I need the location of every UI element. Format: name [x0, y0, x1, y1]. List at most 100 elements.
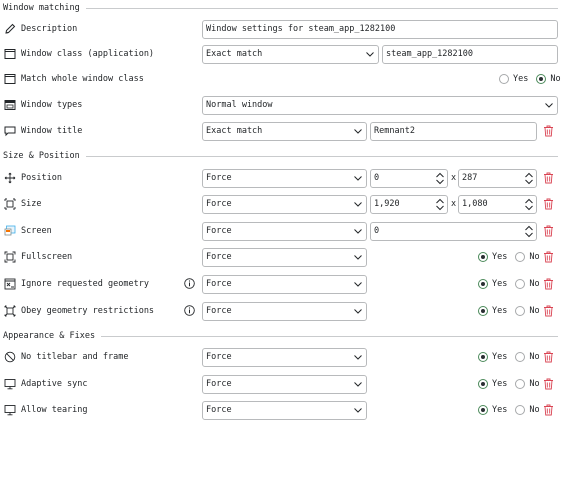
row-window-class: Window class (application) Exact match s…	[0, 44, 562, 64]
spin-arrows-icon[interactable]	[525, 225, 533, 238]
speech-bubble-icon	[4, 125, 16, 137]
info-icon[interactable]	[184, 305, 195, 316]
window-title-match-value: Exact match	[206, 126, 263, 136]
size-mode-value: Force	[206, 199, 232, 209]
position-y-value: 287	[462, 173, 478, 183]
info-icon[interactable]	[184, 278, 195, 289]
delete-icon[interactable]	[543, 251, 554, 263]
chevron-down-icon	[354, 309, 362, 314]
fullscreen-label: Fullscreen	[21, 252, 73, 262]
no-titlebar-mode-select[interactable]: Force	[202, 348, 367, 367]
allow-tearing-no-radio[interactable]	[515, 405, 526, 415]
match-whole-class-yes-radio[interactable]	[499, 74, 509, 84]
window-types-value: Normal window	[206, 100, 273, 110]
adaptive-sync-label: Adaptive sync	[21, 379, 88, 389]
no-titlebar-yes-radio[interactable]	[478, 352, 488, 362]
allow-tearing-radio-group: Yes No	[478, 400, 548, 420]
obey-geometry-mode-select[interactable]: Force	[202, 302, 367, 321]
adaptive-sync-radio-group: Yes No	[478, 374, 548, 394]
delete-icon[interactable]	[543, 278, 554, 290]
ignore-geometry-mode-select[interactable]: Force	[202, 275, 367, 294]
spin-arrows-icon[interactable]	[436, 198, 444, 211]
delete-icon[interactable]	[543, 305, 554, 317]
spin-arrows-icon[interactable]	[436, 172, 444, 185]
delete-icon[interactable]	[543, 404, 554, 416]
yes-label: Yes	[492, 352, 508, 362]
chevron-down-icon	[354, 355, 362, 360]
section-appearance-fixes: Appearance & Fixes	[3, 330, 558, 342]
window-types-select[interactable]: Normal window	[202, 96, 558, 115]
fullscreen-yes-radio[interactable]	[478, 252, 488, 262]
obey-geometry-radio-group: Yes No	[478, 301, 548, 321]
position-y-spinbox[interactable]: 287	[458, 169, 537, 188]
yes-label: Yes	[492, 252, 508, 262]
allow-tearing-mode-select[interactable]: Force	[202, 401, 367, 420]
delete-icon[interactable]	[543, 351, 554, 363]
allow-tearing-label: Allow tearing	[21, 405, 88, 415]
chevron-down-icon	[354, 255, 362, 260]
position-mode-select[interactable]: Force	[202, 169, 367, 188]
delete-icon[interactable]	[543, 378, 554, 390]
no-label: No	[529, 352, 540, 362]
no-titlebar-no-radio[interactable]	[515, 352, 526, 362]
screen-icon	[4, 225, 16, 237]
delete-icon[interactable]	[543, 172, 554, 184]
description-label: Description	[21, 24, 78, 34]
resize-icon	[4, 198, 16, 210]
adaptive-sync-no-radio[interactable]	[515, 379, 526, 389]
window-class-input[interactable]: steam_app_1282100	[382, 45, 558, 64]
size-width-spinbox[interactable]: 1,920	[370, 195, 448, 214]
row-window-title: Window title Exact match Remnant2	[0, 121, 562, 141]
size-height-value: 1,080	[462, 199, 488, 209]
position-mode-value: Force	[206, 173, 232, 183]
size-height-spinbox[interactable]: 1,080	[458, 195, 537, 214]
delete-icon[interactable]	[543, 225, 554, 237]
allow-tearing-yes-radio[interactable]	[478, 405, 488, 415]
allow-tearing-mode-value: Force	[206, 405, 232, 415]
fullscreen-mode-select[interactable]: Force	[202, 248, 367, 267]
chevron-down-icon	[354, 229, 362, 234]
size-mode-select[interactable]: Force	[202, 195, 367, 214]
adaptive-sync-yes-radio[interactable]	[478, 379, 488, 389]
match-whole-class-no-radio[interactable]	[536, 74, 547, 84]
fullscreen-no-radio[interactable]	[515, 252, 526, 262]
yes-label: Yes	[492, 379, 508, 389]
no-titlebar-radio-group: Yes No	[478, 347, 548, 367]
yes-label: Yes	[513, 74, 529, 84]
row-description: Description Window settings for steam_ap…	[0, 19, 562, 39]
section-divider	[85, 7, 558, 9]
screen-mode-select[interactable]: Force	[202, 222, 367, 241]
screen-spinbox[interactable]: 0	[370, 222, 537, 241]
row-match-whole-class: Match whole window class Yes No	[0, 69, 562, 89]
window-title-input[interactable]: Remnant2	[370, 122, 537, 141]
no-entry-icon	[4, 351, 16, 363]
no-titlebar-label: No titlebar and frame	[21, 352, 129, 362]
delete-icon[interactable]	[543, 198, 554, 210]
size-label: Size	[21, 199, 42, 209]
row-screen: Screen Force 0	[0, 221, 562, 241]
adaptive-sync-mode-value: Force	[206, 379, 232, 389]
ignore-geometry-no-radio[interactable]	[515, 279, 526, 289]
obey-geometry-yes-radio[interactable]	[478, 306, 488, 316]
row-ignore-geometry: Ignore requested geometry Force Yes No	[0, 274, 562, 294]
position-x-spinbox[interactable]: 0	[370, 169, 448, 188]
chevron-down-icon	[545, 103, 553, 108]
description-input[interactable]: Window settings for steam_app_1282100	[202, 20, 558, 39]
chevron-down-icon	[354, 129, 362, 134]
row-size: Size Force 1,920 x 1,080	[0, 194, 562, 214]
window-title-match-select[interactable]: Exact match	[202, 122, 367, 141]
window-class-match-select[interactable]: Exact match	[202, 45, 379, 64]
match-whole-class-radio-group: Yes No	[499, 69, 562, 89]
row-window-types: Window types Normal window	[0, 95, 562, 115]
no-label: No	[529, 379, 540, 389]
adaptive-sync-mode-select[interactable]: Force	[202, 375, 367, 394]
monitor-icon	[4, 404, 16, 416]
chevron-down-icon	[354, 176, 362, 181]
ignore-geometry-yes-radio[interactable]	[478, 279, 488, 289]
spin-arrows-icon[interactable]	[525, 172, 533, 185]
section-divider	[85, 155, 558, 157]
delete-icon[interactable]	[543, 125, 554, 137]
ignore-geometry-icon	[4, 278, 16, 290]
obey-geometry-no-radio[interactable]	[515, 306, 526, 316]
spin-arrows-icon[interactable]	[525, 198, 533, 211]
